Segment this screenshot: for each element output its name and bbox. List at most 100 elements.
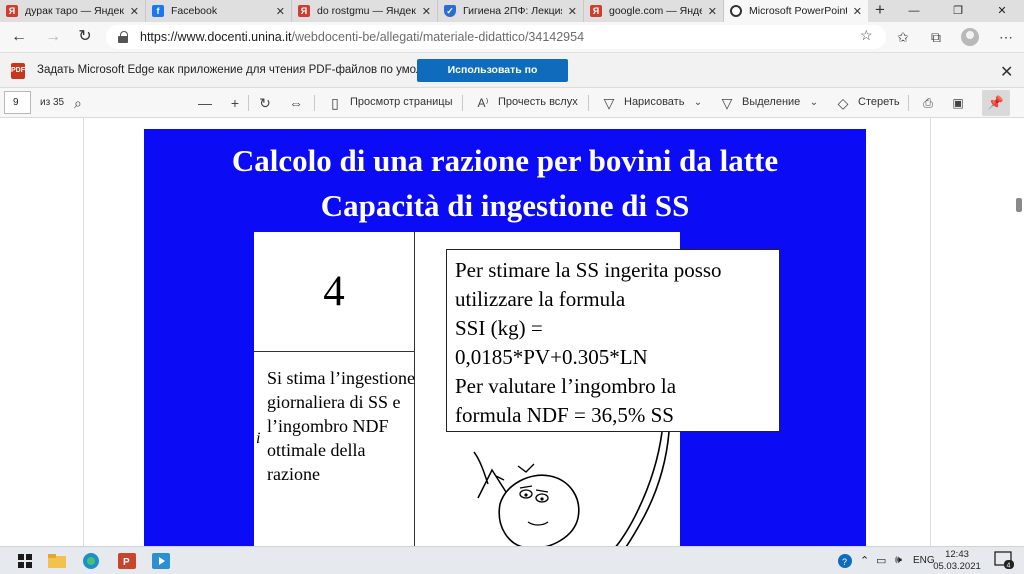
highlight-icon[interactable]: ▽	[720, 94, 734, 112]
tab-powerpoint[interactable]: Microsoft PowerPoint - ✕	[724, 0, 868, 22]
formula-box: Per stimare la SS ingerita posso utilizz…	[446, 249, 780, 432]
read-aloud-icon[interactable]: A⁾	[474, 94, 492, 112]
edge-browser-icon[interactable]	[80, 551, 102, 571]
divider	[462, 95, 463, 111]
tab-gigiena[interactable]: ✓ Гигиена 2ПФ: Лекция 3.1 ✕	[438, 0, 584, 22]
stray-letter: i	[256, 430, 261, 447]
edge-icon	[730, 5, 742, 17]
url-path: /webdocenti-be/allegati/materiale-didatt…	[291, 30, 585, 44]
divider	[588, 95, 589, 111]
page-view-button[interactable]: Просмотр страницы	[350, 96, 453, 108]
default-pdf-infobar: PDF Задать Microsoft Edge как приложение…	[0, 52, 1024, 99]
chevron-down-icon[interactable]: ⌄	[692, 94, 704, 112]
address-bar-row: ← → ↻ https://www.docenti.unina.it/webdo…	[0, 22, 1024, 52]
close-tab-icon[interactable]: ✕	[422, 5, 431, 18]
chevron-down-icon[interactable]: ⌄	[808, 94, 820, 112]
windows-start-icon[interactable]	[14, 551, 36, 571]
read-aloud-button[interactable]: Прочесть вслух	[498, 96, 578, 108]
refresh-button[interactable]: ↻	[74, 27, 96, 47]
tab-title: Гигиена 2ПФ: Лекция 3.1	[463, 5, 562, 17]
notification-icon[interactable]: 4	[994, 551, 1014, 572]
draw-button[interactable]: Нарисовать	[624, 96, 684, 108]
draw-icon[interactable]: ▽	[602, 94, 616, 112]
media-player-icon[interactable]	[150, 551, 172, 571]
facebook-icon: f	[152, 5, 164, 17]
tab-title: do rostgmu — Яндекс: нашлось	[317, 5, 416, 17]
zoom-in-icon[interactable]: +	[228, 94, 242, 112]
new-tab-button[interactable]: +	[868, 0, 892, 22]
url-host: https://www.docenti.unina.it	[140, 30, 292, 44]
file-explorer-icon[interactable]	[46, 551, 68, 571]
set-default-button[interactable]: Использовать по умолчанию	[417, 59, 568, 99]
url-field[interactable]: https://www.docenti.unina.it/webdocenti-…	[106, 25, 886, 49]
rotate-icon[interactable]: ↻	[258, 94, 272, 112]
tab-yandex-google[interactable]: Я google.com — Яндекс: нашлось ✕	[584, 0, 724, 22]
save-icon[interactable]: ▣	[950, 94, 966, 112]
forward-button[interactable]: →	[42, 27, 64, 47]
svg-text:P: P	[123, 557, 130, 568]
close-tab-icon[interactable]: ✕	[568, 5, 577, 18]
scrollbar-thumb[interactable]	[1016, 198, 1022, 212]
close-tab-icon[interactable]: ✕	[853, 5, 862, 18]
erase-button[interactable]: Стереть	[858, 96, 900, 108]
shield-icon: ✓	[444, 5, 456, 17]
page-count: из 35	[40, 97, 65, 108]
favorite-star-icon[interactable]: ☆	[860, 27, 873, 44]
favorites-icon[interactable]: ✩	[893, 27, 913, 47]
tab-title: дурак таро — Яндекс: нашлось	[25, 5, 124, 17]
fit-width-icon[interactable]: ⇔	[288, 94, 304, 112]
windows-taskbar: P ? ⌃ ▭ 🕪 ENG 12:43 05.03.2021 4	[0, 546, 1024, 574]
pdf-document-area[interactable]: Calcolo di una razione per bovini da lat…	[0, 118, 1024, 546]
close-tab-icon[interactable]: ✕	[708, 5, 717, 18]
tab-yandex-durak[interactable]: Я дурак таро — Яндекс: нашлось ✕	[0, 0, 146, 22]
powerpoint-icon[interactable]: P	[116, 551, 138, 571]
close-icon[interactable]: ✕	[1000, 62, 1013, 82]
tab-yandex-rostgmu[interactable]: Я do rostgmu — Яндекс: нашлось ✕	[292, 0, 438, 22]
page-number-input[interactable]: 9	[4, 91, 31, 114]
slide: Calcolo di una razione per bovini da lat…	[144, 129, 866, 546]
divider	[248, 95, 249, 111]
print-icon[interactable]: ⎙	[920, 94, 936, 112]
close-window-button[interactable]: ✕	[980, 0, 1024, 22]
slide-title-line2: Capacità di ingestione di SS	[320, 188, 690, 223]
highlight-button[interactable]: Выделение	[742, 96, 800, 108]
tab-title: Microsoft PowerPoint -	[749, 5, 847, 17]
restore-button[interactable]: ❐	[936, 0, 980, 22]
back-button[interactable]: ←	[8, 27, 30, 47]
battery-icon[interactable]: ▭	[876, 554, 886, 567]
tab-facebook[interactable]: f Facebook ✕	[146, 0, 292, 22]
formula-line: formula NDF = 36,5% SS	[455, 403, 674, 427]
profile-avatar[interactable]	[961, 28, 979, 46]
formula-line: 0,0185*PV+0.305*LN	[455, 345, 648, 369]
zoom-out-icon[interactable]: —	[198, 94, 212, 112]
page-view-icon[interactable]: ▯	[328, 94, 342, 112]
step-number: 4	[323, 268, 345, 315]
page-border	[930, 118, 931, 546]
more-menu-icon[interactable]: ⋯	[996, 27, 1016, 47]
infobar-message: Задать Microsoft Edge как приложение для…	[37, 64, 463, 76]
formula-line: utilizzare la formula	[455, 287, 626, 311]
clock[interactable]: 12:43 05.03.2021	[930, 549, 984, 573]
divider	[908, 95, 909, 111]
speaker-icon[interactable]: 🕪	[895, 554, 902, 567]
minimize-button[interactable]: —	[892, 0, 936, 22]
chevron-up-icon[interactable]: ⌃	[860, 554, 869, 567]
help-icon[interactable]: ?	[838, 554, 852, 571]
pdf-toolbar: 9 из 35 ⌕ — + ↻ ⇔ ▯ Просмотр страницы A⁾…	[0, 88, 1024, 118]
clock-time: 12:43	[945, 549, 969, 560]
tab-title: google.com — Яндекс: нашлось	[609, 5, 702, 17]
search-icon[interactable]: ⌕	[74, 94, 82, 112]
pin-toolbar-icon[interactable]: 📌	[982, 90, 1010, 116]
formula-line: Per valutare l’ingombro la	[455, 374, 677, 398]
close-tab-icon[interactable]: ✕	[130, 5, 139, 18]
eraser-icon[interactable]: ◇	[836, 94, 850, 112]
panel-divider	[254, 351, 414, 352]
tab-strip: Я дурак таро — Яндекс: нашлось ✕ f Faceb…	[0, 0, 1024, 22]
notification-count: 4	[1007, 563, 1011, 570]
close-tab-icon[interactable]: ✕	[276, 5, 285, 18]
collections-icon[interactable]: ⧉	[926, 27, 946, 47]
lock-icon	[118, 31, 130, 43]
yandex-icon: Я	[6, 5, 18, 17]
cartoon-cow-drawing	[473, 432, 670, 546]
step-description: Si stima l’ingestione giornaliera di SS …	[267, 368, 415, 484]
